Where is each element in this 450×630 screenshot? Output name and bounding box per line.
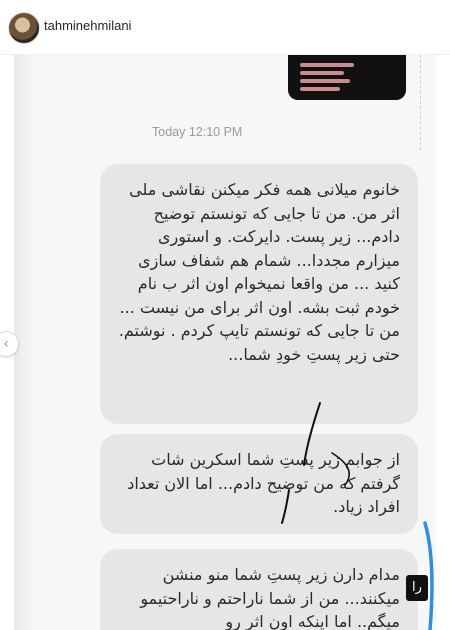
highlight-stroke	[423, 521, 434, 630]
scribble-stroke	[331, 452, 350, 486]
avatar[interactable]	[8, 12, 40, 44]
scribble-stroke	[281, 489, 290, 524]
scribble-stroke	[303, 402, 321, 466]
post-image: Today 12:10 PM خانوم میلانی همه فکر میکن…	[14, 55, 436, 630]
post-header: tahminehmilani	[0, 0, 450, 55]
drawing-overlay	[281, 402, 434, 630]
username[interactable]: tahminehmilani	[44, 18, 131, 33]
